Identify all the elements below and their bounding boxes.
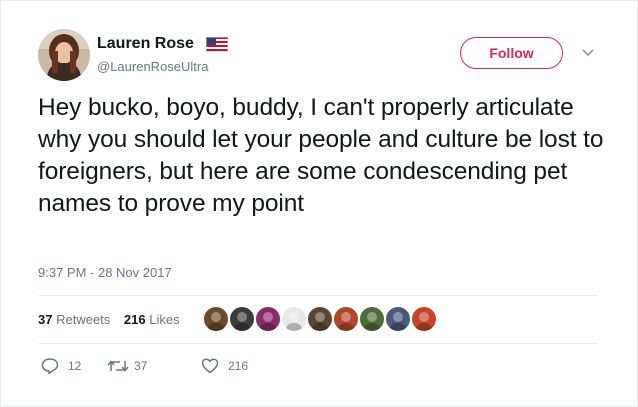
follow-button[interactable]: Follow xyxy=(460,37,563,69)
reply-icon xyxy=(41,358,59,375)
likes-label: Likes xyxy=(149,312,180,327)
author-avatar[interactable] xyxy=(38,29,90,81)
liker-avatar[interactable] xyxy=(359,306,385,332)
like-count: 216 xyxy=(228,359,249,373)
author-handle[interactable]: @LaurenRoseUltra xyxy=(97,59,208,74)
reply-button[interactable]: 12 xyxy=(41,356,91,376)
us-flag-icon xyxy=(206,37,228,52)
heart-icon xyxy=(201,358,219,374)
tweet-text: Hey bucko, boyo, buddy, I can't properly… xyxy=(38,94,604,217)
liker-avatar[interactable] xyxy=(385,306,411,332)
likes-stat[interactable]: 216 Likes xyxy=(124,312,180,327)
liker-avatar[interactable] xyxy=(255,306,281,332)
retweets-count: 37 xyxy=(38,312,53,327)
tweet-stats: 37 Retweets 216 Likes xyxy=(38,312,190,327)
liker-avatar[interactable] xyxy=(411,306,437,332)
like-button[interactable]: 216 xyxy=(201,356,261,376)
retweet-button[interactable]: 37 xyxy=(107,356,167,376)
divider xyxy=(38,295,598,296)
divider xyxy=(38,343,598,344)
reply-count: 12 xyxy=(68,359,82,373)
retweets-stat[interactable]: 37 Retweets xyxy=(38,312,110,327)
retweets-label: Retweets xyxy=(56,312,111,327)
likes-count: 216 xyxy=(123,312,146,327)
liker-avatar[interactable] xyxy=(203,306,229,332)
liker-avatar[interactable] xyxy=(307,306,333,332)
retweet-icon xyxy=(107,360,129,372)
chevron-down-icon[interactable] xyxy=(581,45,595,57)
retweet-count: 37 xyxy=(134,359,148,373)
author-name[interactable]: Lauren Rose xyxy=(97,35,194,53)
liker-avatar[interactable] xyxy=(281,306,307,332)
liker-avatar[interactable] xyxy=(229,306,255,332)
tweet-card: Lauren Rose @LaurenRoseUltra Follow Hey … xyxy=(0,0,638,407)
liker-avatar[interactable] xyxy=(333,306,359,332)
tweet-timestamp[interactable]: 9:37 PM - 28 Nov 2017 xyxy=(38,265,172,280)
